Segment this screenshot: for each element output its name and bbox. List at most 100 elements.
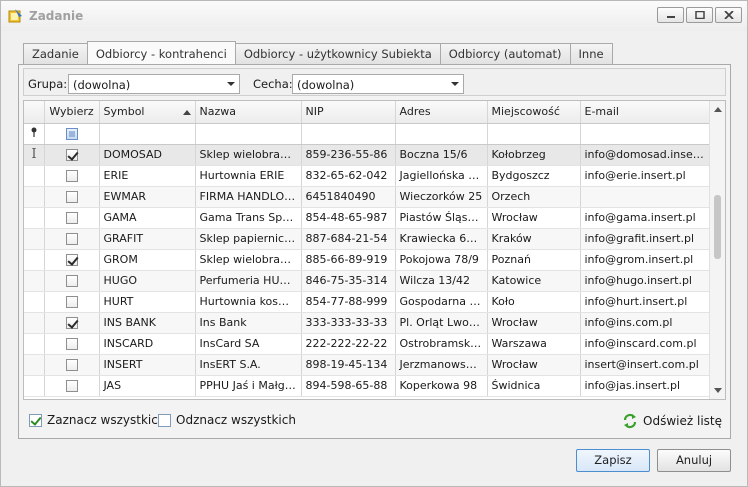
indicator-header — [24, 101, 45, 124]
table-row[interactable]: ERIE Hurtownia ERIE 832-65-62-042 Jagielloń… — [24, 165, 711, 187]
deselect-all-checkbox[interactable] — [158, 413, 171, 427]
row-select-cell[interactable] — [44, 270, 100, 292]
filter-cell-nazwa[interactable] — [195, 123, 302, 145]
row-checkbox[interactable] — [65, 380, 78, 392]
group-label: Grupa: — [28, 77, 68, 91]
filter-cell-email[interactable] — [580, 123, 711, 145]
filter-checkbox[interactable] — [65, 128, 78, 140]
row-select-cell[interactable] — [44, 333, 100, 355]
table-row[interactable]: HUGO Perfumeria HUGO 846-75-35-314 Wilcza 1… — [24, 270, 711, 292]
filter-cell-adres[interactable] — [395, 123, 488, 145]
feature-select[interactable]: (dowolna) — [292, 74, 464, 94]
row-indicator — [24, 207, 45, 229]
row-select-cell[interactable] — [44, 375, 100, 397]
cancel-button[interactable]: Anuluj — [657, 449, 731, 472]
row-indicator — [24, 291, 45, 313]
refresh-list-button[interactable]: Odśwież listę — [622, 413, 722, 429]
row-select-cell[interactable] — [44, 228, 100, 250]
close-button[interactable] — [715, 7, 742, 23]
row-select-cell[interactable] — [44, 165, 100, 187]
cell-city: Bydgoszcz — [487, 165, 581, 187]
cell-city: Kraków — [487, 228, 581, 250]
row-checkbox[interactable] — [65, 170, 78, 182]
scroll-down-icon[interactable] — [714, 388, 722, 393]
table-row[interactable]: EWMAR FIRMA HANDLOW… 6451840490 Wieczorków … — [24, 186, 711, 208]
cell-address: Gospodarna 43 — [395, 291, 488, 313]
row-checkbox[interactable] — [65, 212, 78, 224]
table-row[interactable]: DOMOSAD Sklep wielobranżo… 859-236-55-86 Bo… — [24, 144, 711, 166]
tab-inne[interactable]: Inne — [569, 43, 613, 64]
cell-email: info@hugo.insert.pl — [580, 270, 711, 292]
minimize-icon — [667, 16, 675, 18]
bottom-bar: Zaznacz wszystkich Odznacz wszystkich Od… — [23, 409, 726, 431]
filter-pin-icon — [24, 123, 45, 145]
table-row[interactable]: GAMA Gama Trans Sp.z … 854-48-65-987 Piastó… — [24, 207, 711, 229]
cell-city: Świdnica — [487, 375, 581, 397]
row-select-cell[interactable] — [44, 249, 100, 271]
cell-symbol: EWMAR — [99, 186, 196, 208]
row-select-cell[interactable] — [44, 207, 100, 229]
row-select-cell[interactable] — [44, 186, 100, 208]
cell-email: info@hurt.insert.pl — [580, 291, 711, 313]
filter-cell-miejscowosc[interactable] — [487, 123, 581, 145]
table-row[interactable]: GRAFIT Sklep papierniczy … 887-684-21-54 Kr… — [24, 228, 711, 250]
row-checkbox[interactable] — [65, 275, 78, 287]
tab-strip: Zadanie Odbiorcy - kontrahenci Odbiorcy … — [23, 41, 613, 65]
column-header-nip[interactable]: NIP — [301, 101, 396, 124]
column-header-adres[interactable]: Adres — [395, 101, 488, 124]
scrollbar-thumb[interactable] — [714, 195, 721, 259]
table-row[interactable]: HURT Hurtownia kosmet… 854-77-88-999 Gospod… — [24, 291, 711, 313]
column-header-nazwa[interactable]: Nazwa — [195, 101, 302, 124]
select-all-checkbox[interactable] — [29, 413, 42, 427]
cell-city: Warszawa — [487, 333, 581, 355]
row-checkbox[interactable] — [65, 191, 78, 203]
column-header-miejscowosc[interactable]: Miejscowość — [487, 101, 581, 124]
table-row[interactable]: INSERT InsERT S.A. 898-19-45-134 Jerzmanows… — [24, 354, 711, 376]
cell-city: Poznań — [487, 249, 581, 271]
tab-odbiorcy-automat[interactable]: Odbiorcy (automat) — [439, 43, 571, 64]
filter-cell-symbol[interactable] — [99, 123, 196, 145]
cell-name: Gama Trans Sp.z … — [195, 207, 302, 229]
tab-odbiorcy-kontrahenci[interactable]: Odbiorcy - kontrahenci — [86, 41, 236, 64]
row-checkbox[interactable] — [65, 254, 78, 266]
table-row[interactable]: INS BANK Ins Bank 333-333-33-33 Pl. Orląt L… — [24, 312, 711, 334]
cell-nip: 846-75-35-314 — [301, 270, 396, 292]
cell-email: info@domosad.insert.pl — [580, 144, 711, 166]
dialog-window: Zadanie Zadanie Odbiorcy - kontrahenci O… — [0, 0, 748, 487]
row-select-cell[interactable] — [44, 144, 100, 166]
maximize-button[interactable] — [686, 7, 713, 23]
table-row[interactable]: INSCARD InsCard SA 222-222-22-22 Ostrobrams… — [24, 333, 711, 355]
row-checkbox[interactable] — [65, 317, 78, 329]
row-select-cell[interactable] — [44, 291, 100, 313]
row-select-cell[interactable] — [44, 354, 100, 376]
save-button[interactable]: Zapisz — [576, 449, 650, 472]
row-indicator — [24, 186, 45, 208]
table-row[interactable]: GROM Sklep wielobranżo… 885-66-89-919 Pokoj… — [24, 249, 711, 271]
row-select-cell[interactable] — [44, 312, 100, 334]
group-select[interactable]: (dowolna) — [68, 74, 240, 94]
minimize-button[interactable] — [657, 7, 684, 23]
tab-odbiorcy-uzytkownicy[interactable]: Odbiorcy - użytkownicy Subiekta — [234, 43, 441, 64]
filter-cell-nip[interactable] — [301, 123, 396, 145]
feature-select-value: (dowolna) — [297, 78, 355, 92]
row-checkbox[interactable] — [65, 338, 78, 350]
deselect-all-control[interactable]: Odznacz wszystkich — [158, 413, 296, 427]
tab-zadanie[interactable]: Zadanie — [23, 43, 88, 64]
row-checkbox[interactable] — [65, 233, 78, 245]
row-checkbox[interactable] — [65, 359, 78, 371]
tab-panel: Grupa: (dowolna) Cecha: (dowolna) Wybier… — [18, 64, 731, 439]
row-checkbox[interactable] — [65, 296, 78, 308]
cell-email — [580, 186, 711, 208]
cell-symbol: HURT — [99, 291, 196, 313]
table-row[interactable]: JAS PPHU Jaś i Małgosia 894-598-65-88 Koper… — [24, 375, 711, 397]
row-checkbox[interactable] — [65, 149, 78, 161]
column-header-symbol[interactable]: Symbol — [99, 101, 196, 124]
scroll-up-icon[interactable] — [714, 107, 722, 112]
vertical-scrollbar[interactable] — [709, 101, 725, 399]
cell-nip: 887-684-21-54 — [301, 228, 396, 250]
cell-email: info@ins.com.pl — [580, 312, 711, 334]
column-header-wybierz[interactable]: Wybierz — [44, 101, 100, 124]
filter-cell-wybierz[interactable] — [44, 123, 100, 145]
select-all-control[interactable]: Zaznacz wszystkich — [29, 413, 165, 427]
column-header-email[interactable]: E-mail — [580, 101, 711, 124]
